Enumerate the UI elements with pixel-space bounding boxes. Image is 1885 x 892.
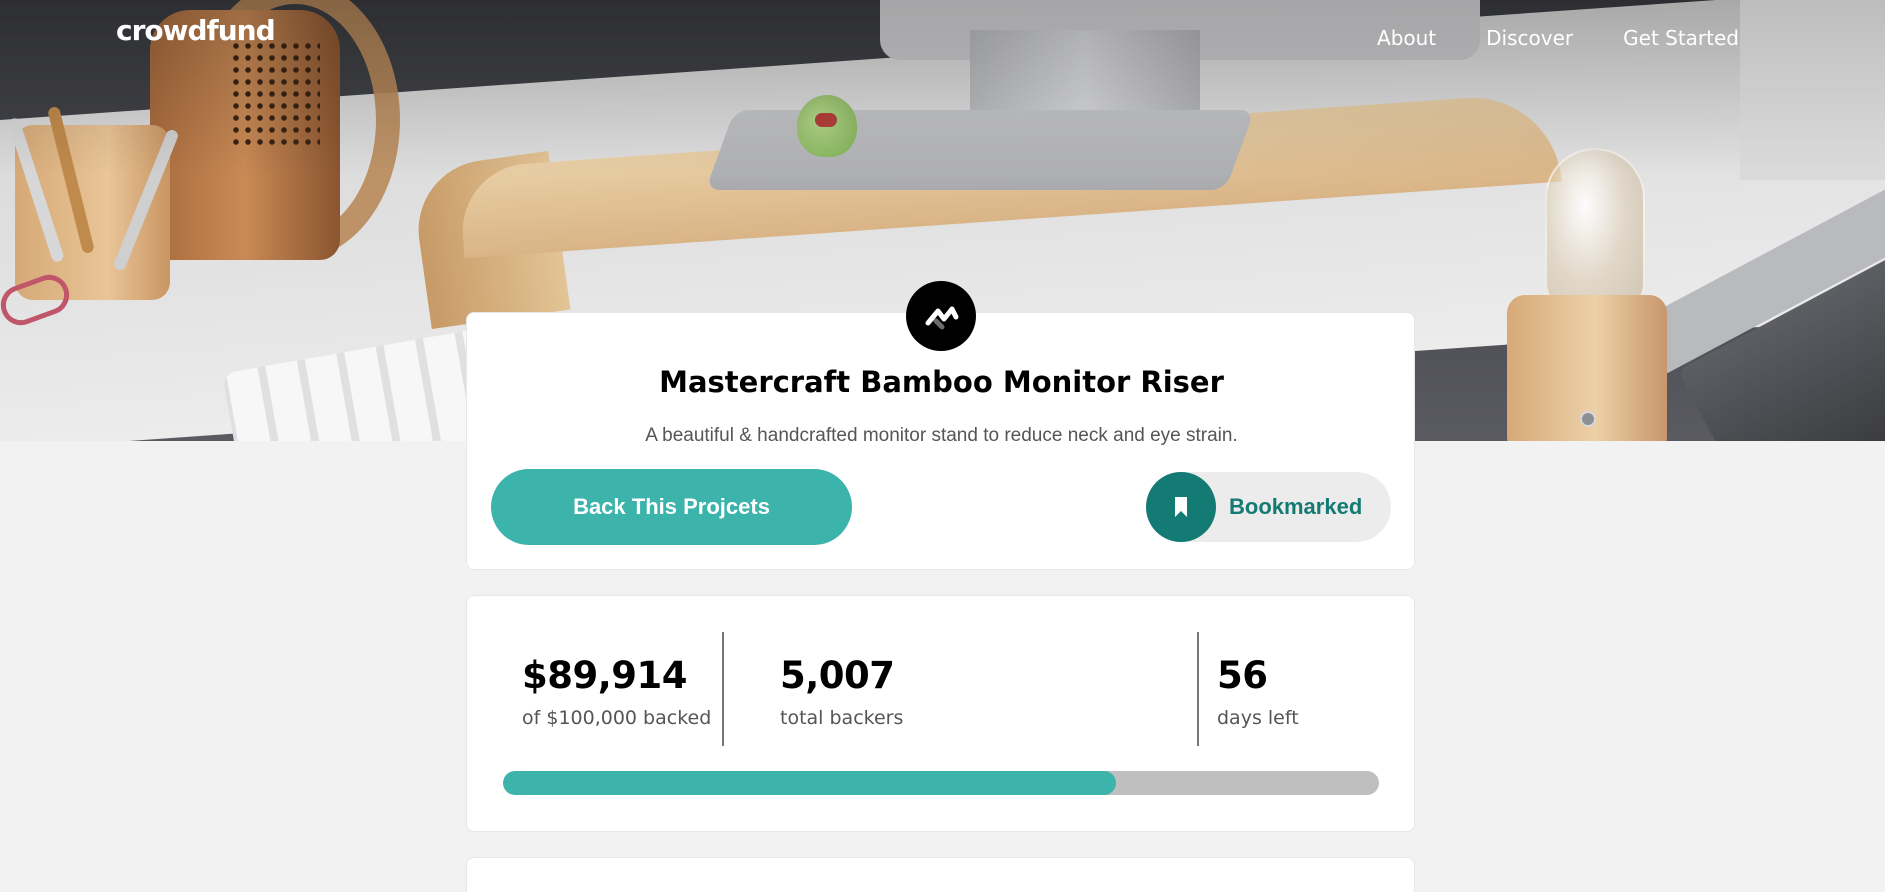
stat-backed: $89,914 of $100,000 backed [522,654,711,729]
stat-divider [1197,632,1199,746]
stat-backed-label: of $100,000 backed [522,707,712,729]
nav-link-discover[interactable]: Discover [1486,26,1573,50]
stat-days-value: 56 [1217,654,1268,697]
stat-backers-value: 5,007 [780,654,895,697]
site-logo[interactable]: crowdfund [116,14,276,47]
stats-card: $89,914 of $100,000 backed 5,007 total b… [466,595,1415,832]
project-description: A beautiful & handcrafted monitor stand … [645,425,1238,446]
stat-backed-value: $89,914 [522,654,688,697]
project-title: Mastercraft Bamboo Monitor Riser [659,365,1224,399]
funding-progress-fill [503,771,1117,795]
main-nav: About Discover Get Started [1327,26,1739,50]
bookmark-label: Bookmarked [1229,494,1363,519]
bookmark-button[interactable]: Bookmarked [1146,472,1391,542]
funding-progress-bar [503,771,1379,795]
mastercraft-logo-icon [906,281,976,351]
about-card [466,857,1415,892]
bookmark-icon [1146,472,1216,542]
back-project-button[interactable]: Back This Projcets [491,469,852,545]
nav-link-about[interactable]: About [1377,26,1436,50]
stat-backers-label: total backers [780,707,904,729]
nav-link-get-started[interactable]: Get Started [1623,26,1739,50]
stat-divider [722,632,724,746]
stat-backers: 5,007 total backers [780,654,903,729]
stat-days: 56 days left [1217,654,1299,729]
stat-days-label: days left [1217,707,1299,729]
